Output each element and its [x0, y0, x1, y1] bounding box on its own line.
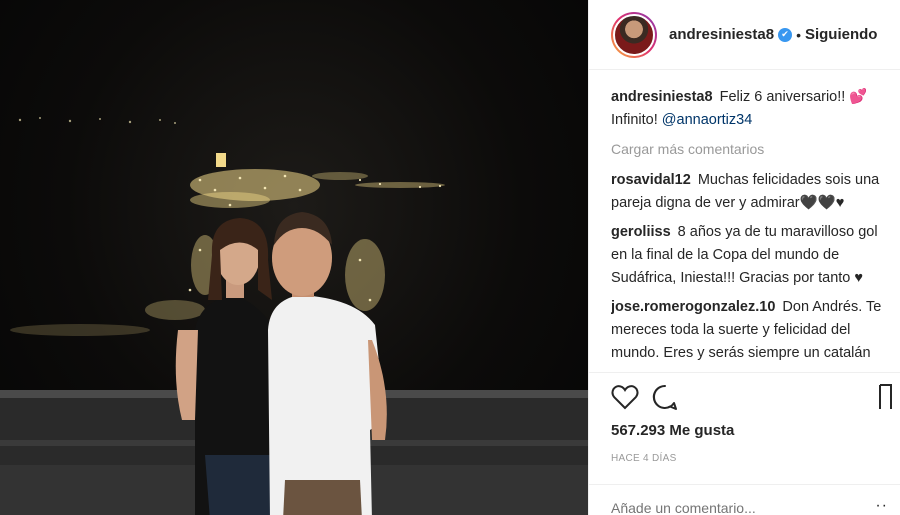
header-username[interactable]: andresiniesta8 [669, 26, 774, 43]
comment-icon [652, 384, 677, 410]
like-button[interactable] [611, 384, 639, 410]
load-more-comments-link[interactable]: Cargar más comentarios [611, 138, 886, 161]
post-header: andresiniesta8 ✔ • Siguiendo [589, 0, 900, 70]
caption-mention[interactable]: @annaortiz34 [662, 112, 753, 128]
action-bar [611, 380, 892, 414]
comments-list[interactable]: andresiniesta8 Feliz 6 aniversario!! 💕 I… [611, 86, 886, 368]
likes-count[interactable]: 567.293 Me gusta [611, 422, 734, 439]
post-sidebar: andresiniesta8 ✔ • Siguiendo andresinies… [588, 0, 900, 515]
comment-username[interactable]: jose.romerogonzalez.10 [611, 299, 775, 315]
bookmark-icon [879, 384, 892, 409]
caption-username[interactable]: andresiniesta8 [611, 89, 713, 105]
comment-button[interactable] [651, 383, 679, 411]
list-item: geroliiss 8 años ya de tu maravilloso go… [611, 221, 886, 290]
post-photo[interactable] [0, 0, 588, 515]
save-button[interactable] [878, 383, 892, 411]
divider [589, 484, 900, 485]
avatar[interactable] [611, 11, 657, 58]
list-item: jose.romerogonzalez.10 Don Andrés. Te me… [611, 296, 886, 368]
night-scene-image [0, 117, 588, 515]
list-item: rosavidal12 Muchas felicidades sois una … [611, 169, 886, 215]
more-options-icon[interactable]: ·· [875, 497, 888, 515]
verified-badge-icon: ✔ [778, 27, 793, 42]
heart-icon [611, 385, 639, 410]
comment-username[interactable]: rosavidal12 [611, 172, 691, 188]
comment-username[interactable]: geroliiss [611, 224, 671, 240]
caption: andresiniesta8 Feliz 6 aniversario!! 💕 I… [611, 86, 886, 132]
comment-input[interactable] [611, 500, 851, 515]
divider [589, 372, 900, 373]
post-timestamp[interactable]: HACE 4 DÍAS [611, 453, 677, 464]
follow-button[interactable]: Siguiendo [805, 26, 878, 43]
separator-dot: • [796, 26, 801, 43]
